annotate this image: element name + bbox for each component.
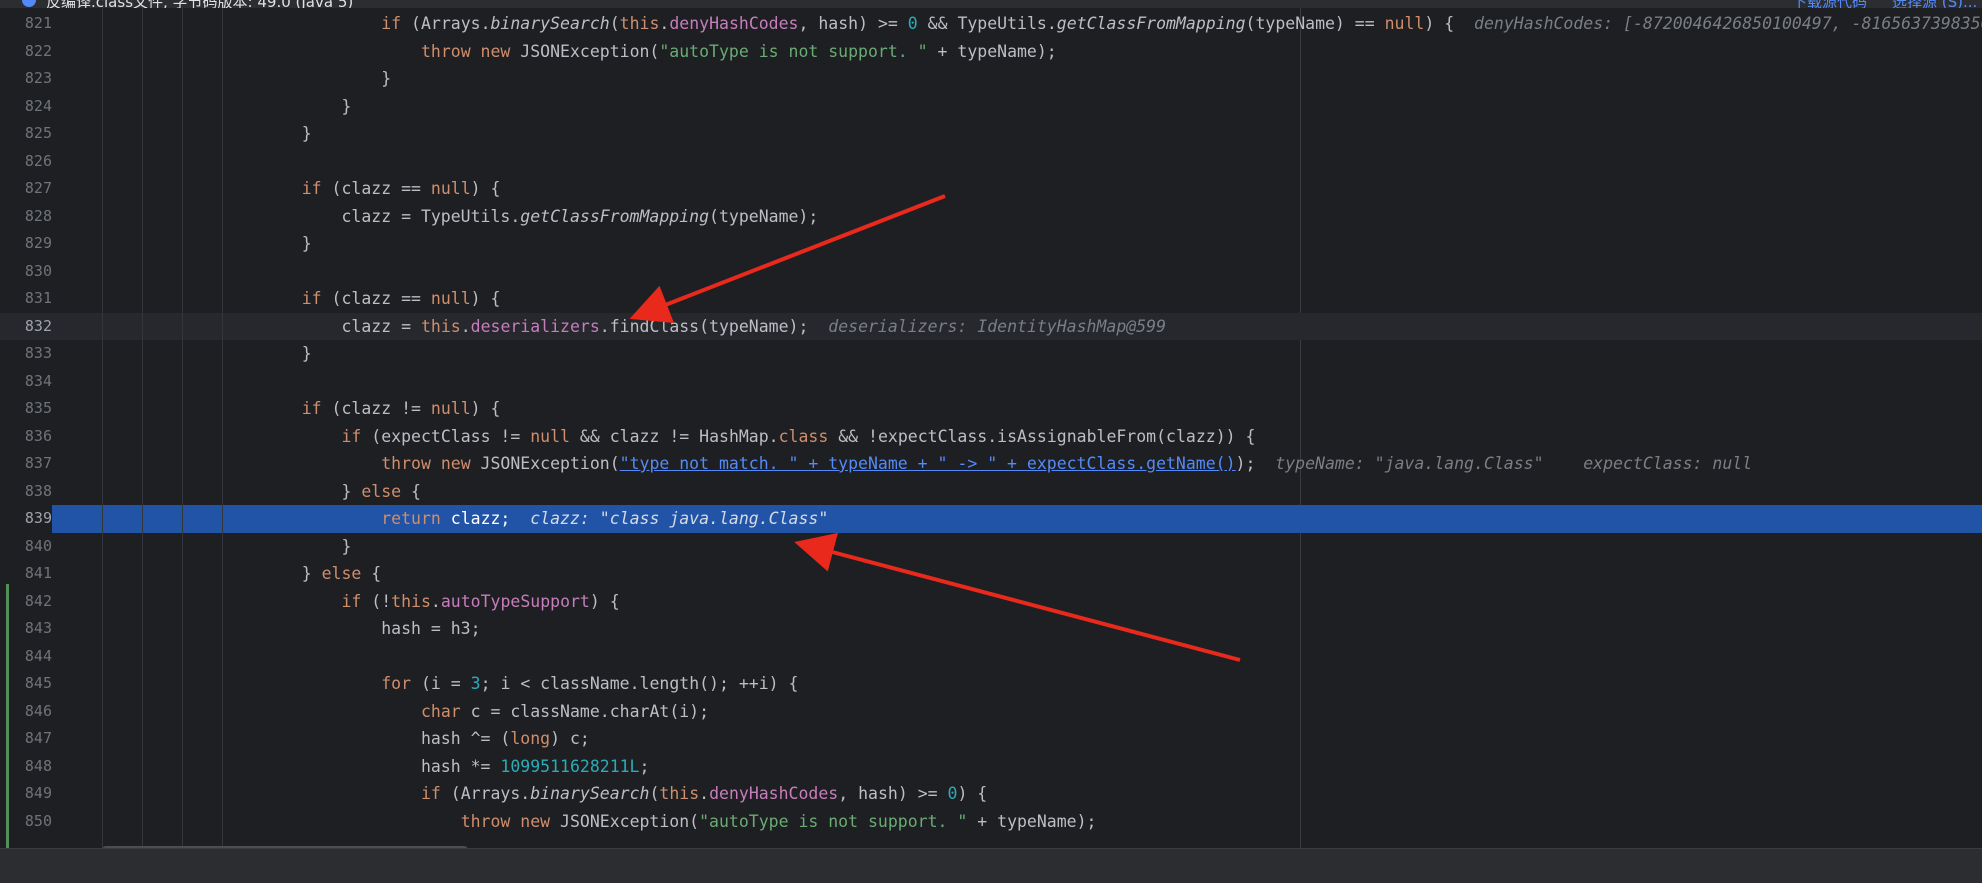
status-bar	[0, 848, 1982, 883]
red-arrow-to-return-clazz	[794, 532, 1241, 662]
red-arrow-to-findclass	[629, 194, 946, 324]
annotation-arrows	[629, 194, 1241, 662]
